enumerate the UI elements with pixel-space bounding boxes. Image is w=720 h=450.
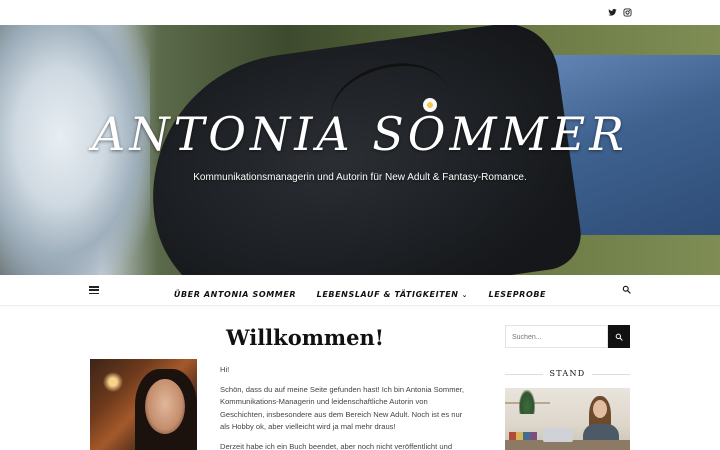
search-icon <box>615 333 623 341</box>
site-title[interactable]: ANTONIA SOMMER <box>0 107 720 161</box>
site-tagline: Kommunikationsmanagerin und Autorin für … <box>193 172 527 183</box>
author-portrait <box>90 359 197 450</box>
stand-widget-image <box>505 388 630 450</box>
top-bar <box>0 0 720 25</box>
instagram-icon[interactable] <box>622 7 632 17</box>
nav-item-ueber[interactable]: ÜBER ANTONIA SOMMER <box>174 290 296 299</box>
search-input[interactable] <box>506 327 607 348</box>
hero-header: ANTONIA SOMMER Kommunikationsmanagerin u… <box>0 25 720 275</box>
nav-menu: ÜBER ANTONIA SOMMER LEBENSLAUF & TÄTIGKE… <box>0 284 720 302</box>
greeting-paragraph: Hi! <box>220 365 230 374</box>
chevron-down-icon: ⌄ <box>461 291 469 299</box>
page-title: Willkommen! <box>226 325 384 350</box>
nav-item-lebenslauf[interactable]: LEBENSLAUF & TÄTIGKEITEN ⌄ <box>317 290 468 299</box>
twitter-icon[interactable] <box>607 7 617 17</box>
search-icon[interactable] <box>622 285 631 294</box>
status-paragraph: Derzeit habe ich ein Buch beendet, aber … <box>220 441 453 450</box>
article-body: Hi! Schön, dass du auf meine Seite gefun… <box>220 364 470 450</box>
intro-paragraph: Schön, dass du auf meine Seite gefunden … <box>220 384 465 432</box>
main-navigation: ÜBER ANTONIA SOMMER LEBENSLAUF & TÄTIGKE… <box>0 275 720 306</box>
widget-title-stand: STAND <box>505 369 630 378</box>
nav-item-leseprobe[interactable]: LESEPROBE <box>489 290 547 299</box>
sidebar-search-field[interactable] <box>505 325 608 348</box>
search-button[interactable] <box>608 325 630 348</box>
